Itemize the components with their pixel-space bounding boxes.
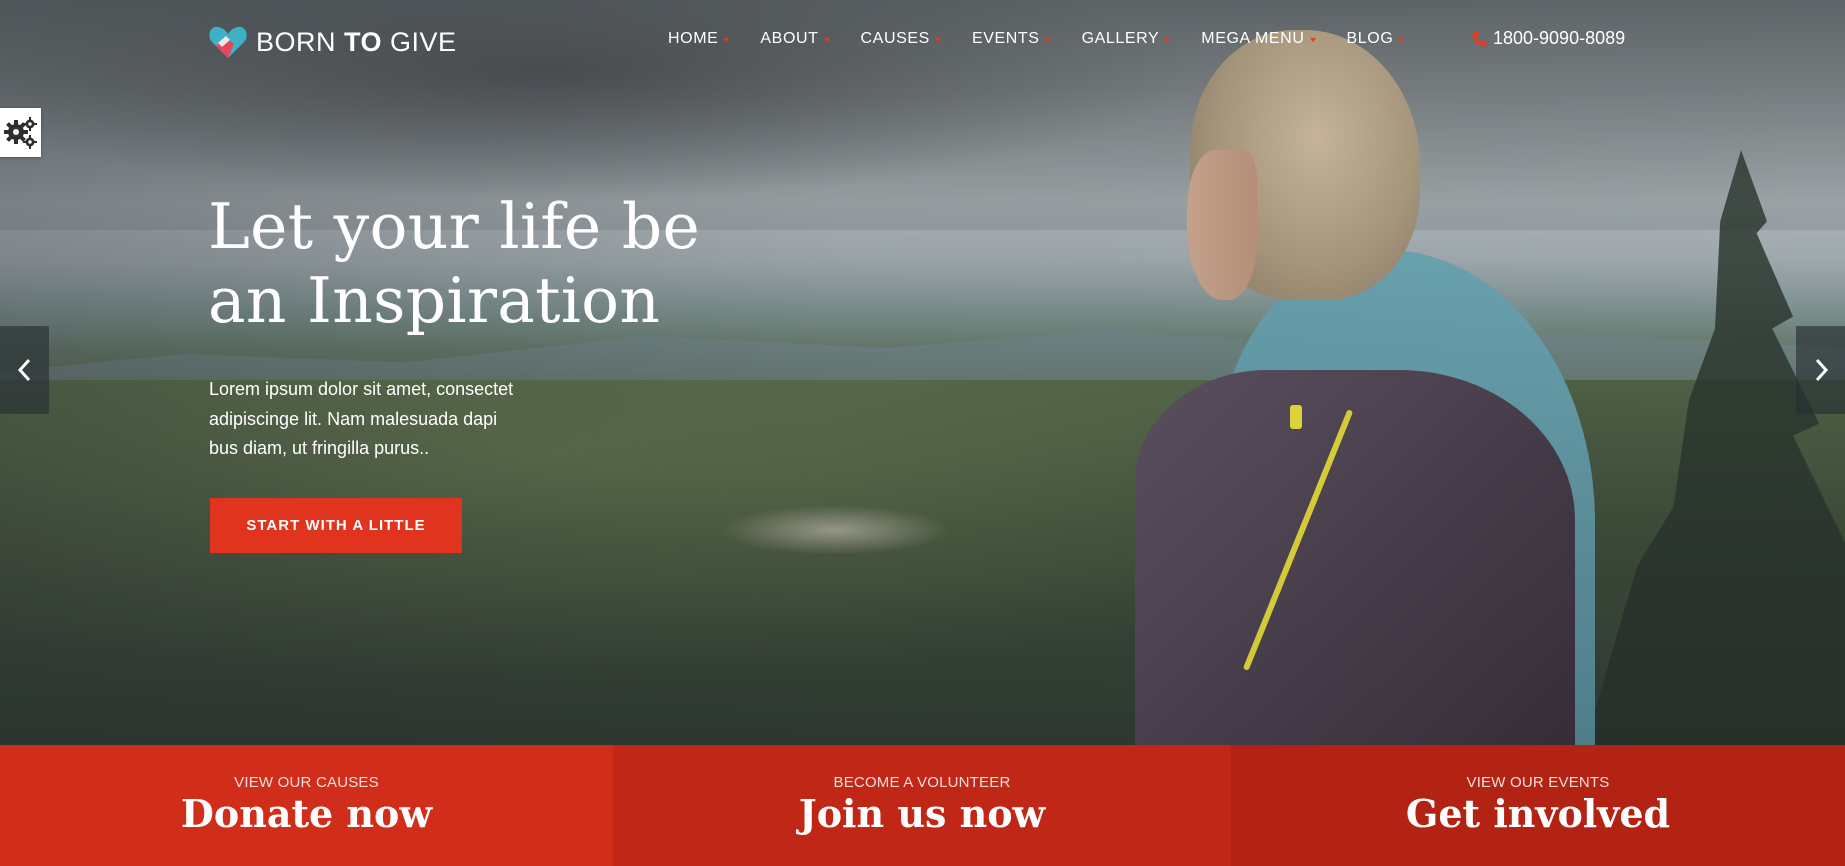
- caret-down-icon: [823, 38, 830, 42]
- logo-brand-left: BORN: [256, 26, 345, 57]
- main-nav: HOME ABOUT CAUSES EVENTS GALLERY MEGA ME…: [668, 30, 1435, 48]
- caret-down-icon: [934, 38, 941, 42]
- hero-title-line-1: Let your life be: [208, 190, 701, 263]
- chevron-right-icon: [1815, 358, 1828, 382]
- logo-brand-right: GIVE: [382, 26, 457, 57]
- phone-icon: [1472, 31, 1487, 46]
- cta-kicker: VIEW OUR CAUSES: [234, 774, 379, 791]
- hero-overlay: [0, 0, 1845, 745]
- caret-down-icon: [1164, 38, 1171, 42]
- start-with-a-little-button[interactable]: START WITH A LITTLE: [210, 498, 462, 553]
- cta-kicker: VIEW OUR EVENTS: [1466, 774, 1610, 791]
- hero-background-image: [0, 0, 1845, 745]
- slider-prev-button[interactable]: [0, 326, 49, 414]
- site-logo[interactable]: BORN TO GIVE: [208, 24, 457, 60]
- header-phone[interactable]: 1800-9090-8089: [1472, 28, 1625, 49]
- site-header: BORN TO GIVE HOME ABOUT CAUSES EVENTS GA…: [0, 0, 1845, 80]
- nav-item-about[interactable]: ABOUT: [760, 30, 830, 48]
- caret-down-icon: [1044, 38, 1051, 42]
- hero-description-line-3: bus diam, ut fringilla purus..: [209, 438, 430, 458]
- nav-item-label: MEGA MENU: [1201, 30, 1305, 47]
- hero-title: Let your life be an Inspiration: [208, 190, 728, 338]
- logo-text: BORN TO GIVE: [256, 27, 457, 58]
- nav-item-mega-menu[interactable]: MEGA MENU: [1201, 30, 1316, 48]
- donate-now-block[interactable]: VIEW OUR CAUSES Donate now: [0, 745, 613, 866]
- caret-down-icon: [1309, 38, 1316, 42]
- gears-icon: [3, 116, 37, 149]
- nav-item-home[interactable]: HOME: [668, 30, 730, 48]
- cta-title: Join us now: [798, 791, 1046, 836]
- nav-item-gallery[interactable]: GALLERY: [1082, 30, 1171, 48]
- chevron-left-icon: [17, 358, 30, 382]
- hero-title-line-2: an Inspiration: [208, 264, 661, 337]
- hero-description: Lorem ipsum dolor sit amet, consectet ad…: [209, 375, 549, 464]
- caret-down-icon: [723, 38, 730, 42]
- nav-item-blog[interactable]: BLOG: [1347, 30, 1405, 48]
- hero-description-line-2: adipiscinge lit. Nam malesuada dapi: [209, 408, 498, 429]
- hero-description-line-1: Lorem ipsum dolor sit amet, consectet: [209, 379, 514, 399]
- cta-title: Donate now: [180, 791, 433, 836]
- get-involved-block[interactable]: VIEW OUR EVENTS Get involved: [1231, 745, 1845, 866]
- nav-item-events[interactable]: EVENTS: [972, 30, 1051, 48]
- settings-toggle[interactable]: [0, 108, 41, 157]
- nav-item-causes[interactable]: CAUSES: [861, 30, 941, 48]
- nav-item-label: BLOG: [1346, 30, 1394, 47]
- phone-number: 1800-9090-8089: [1493, 28, 1626, 48]
- cta-bar: VIEW OUR CAUSES Donate now BECOME A VOLU…: [0, 745, 1845, 866]
- nav-item-label: HOME: [668, 30, 719, 47]
- nav-item-label: CAUSES: [860, 30, 930, 47]
- join-us-now-block[interactable]: BECOME A VOLUNTEER Join us now: [613, 745, 1231, 866]
- nav-item-label: GALLERY: [1081, 30, 1160, 47]
- logo-brand-bold: TO: [344, 26, 383, 57]
- caret-down-icon: [1398, 38, 1405, 42]
- nav-item-label: EVENTS: [971, 30, 1040, 47]
- nav-item-label: ABOUT: [760, 30, 819, 47]
- cta-title: Get involved: [1405, 791, 1671, 836]
- slider-next-button[interactable]: [1796, 326, 1845, 414]
- heart-hands-icon: [208, 24, 248, 60]
- cta-kicker: BECOME A VOLUNTEER: [833, 774, 1011, 791]
